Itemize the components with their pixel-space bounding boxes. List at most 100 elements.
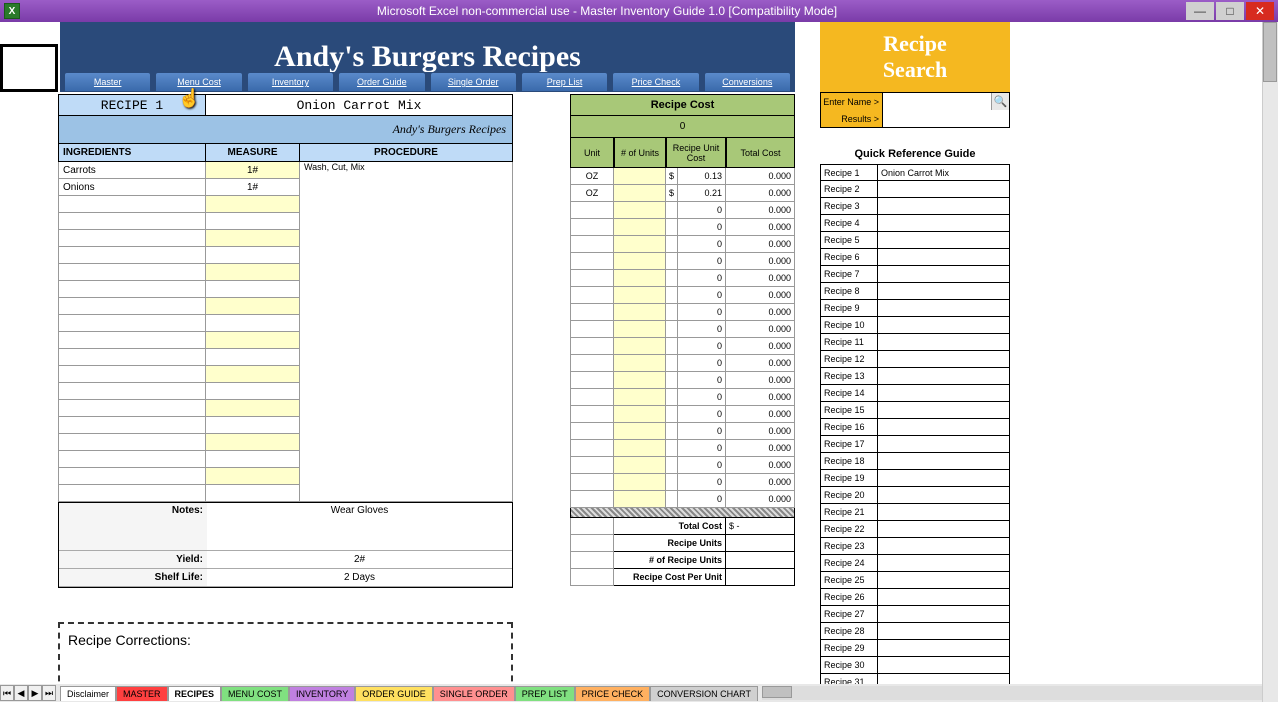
quickref-value[interactable] <box>878 572 1010 589</box>
quickref-label[interactable]: Recipe 12 <box>820 351 878 368</box>
cost-cell-u[interactable] <box>570 389 614 406</box>
quickref-value[interactable] <box>878 232 1010 249</box>
quickref-value[interactable] <box>878 402 1010 419</box>
ingredient-cell[interactable] <box>58 281 206 298</box>
cost-cell-d[interactable] <box>666 491 678 508</box>
cost-cell-n[interactable] <box>614 457 666 474</box>
search-icon[interactable]: 🔍 <box>991 93 1009 110</box>
hscroll-thumb[interactable] <box>762 686 792 698</box>
cost-cell-r[interactable]: 0 <box>678 287 726 304</box>
quickref-value[interactable] <box>878 351 1010 368</box>
cost-cell-t[interactable]: 0.000 <box>726 236 795 253</box>
cost-cell-t[interactable]: 0.000 <box>726 287 795 304</box>
cost-cell-n[interactable] <box>614 185 666 202</box>
cost-cell-d[interactable] <box>666 253 678 270</box>
cost-cell-t[interactable]: 0.000 <box>726 202 795 219</box>
cost-cell-r[interactable]: 0.21 <box>678 185 726 202</box>
cost-cell-d[interactable] <box>666 321 678 338</box>
cost-cell-u[interactable] <box>570 406 614 423</box>
ingredient-cell[interactable] <box>58 315 206 332</box>
quickref-value[interactable] <box>878 640 1010 657</box>
quickref-label[interactable]: Recipe 8 <box>820 283 878 300</box>
quickref-value[interactable] <box>878 453 1010 470</box>
ingredient-cell[interactable] <box>58 264 206 281</box>
measure-cell[interactable] <box>206 196 300 213</box>
nav-tab-conversions[interactable]: Conversions <box>704 72 791 92</box>
cost-cell-u[interactable]: OZ <box>570 168 614 185</box>
quickref-label[interactable]: Recipe 16 <box>820 419 878 436</box>
cost-cell-d[interactable] <box>666 457 678 474</box>
measure-cell[interactable] <box>206 349 300 366</box>
cost-cell-d[interactable] <box>666 202 678 219</box>
sheet-tab-price-check[interactable]: PRICE CHECK <box>575 686 651 701</box>
quickref-label[interactable]: Recipe 5 <box>820 232 878 249</box>
cost-cell-n[interactable] <box>614 406 666 423</box>
excel-icon[interactable]: X <box>4 3 20 19</box>
sheet-tab-order-guide[interactable]: ORDER GUIDE <box>355 686 433 701</box>
scroll-thumb[interactable] <box>1263 22 1277 82</box>
cost-cell-d[interactable] <box>666 440 678 457</box>
cost-cell-n[interactable] <box>614 372 666 389</box>
yield-value[interactable]: 2# <box>207 551 512 568</box>
cost-cell-n[interactable] <box>614 270 666 287</box>
sheet-tab-inventory[interactable]: INVENTORY <box>289 686 355 701</box>
quickref-label[interactable]: Recipe 28 <box>820 623 878 640</box>
cost-cell-r[interactable]: 0 <box>678 253 726 270</box>
measure-cell[interactable] <box>206 400 300 417</box>
sheet-nav-button[interactable]: ⏮ <box>0 685 14 701</box>
quickref-label[interactable]: Recipe 23 <box>820 538 878 555</box>
cost-cell-t[interactable]: 0.000 <box>726 168 795 185</box>
cost-cell-u[interactable] <box>570 253 614 270</box>
sheet-tab-disclaimer[interactable]: Disclaimer <box>60 686 116 701</box>
recipe-id[interactable]: RECIPE 1 <box>58 94 206 116</box>
cost-cell-r[interactable]: 0 <box>678 236 726 253</box>
cost-cell-u[interactable] <box>570 372 614 389</box>
cost-cell-n[interactable] <box>614 389 666 406</box>
cost-cell-u[interactable] <box>570 287 614 304</box>
cost-cell-n[interactable] <box>614 338 666 355</box>
cost-cell-u[interactable] <box>570 236 614 253</box>
quickref-value[interactable] <box>878 470 1010 487</box>
quickref-value[interactable] <box>878 198 1010 215</box>
quickref-value[interactable] <box>878 181 1010 198</box>
cost-cell-t[interactable]: 0.000 <box>726 474 795 491</box>
cost-cell-t[interactable]: 0.000 <box>726 457 795 474</box>
measure-cell[interactable]: 1# <box>206 162 300 179</box>
cost-cell-t[interactable]: 0.000 <box>726 355 795 372</box>
cost-cell-d[interactable] <box>666 304 678 321</box>
cost-cell-u[interactable] <box>570 338 614 355</box>
quickref-value[interactable] <box>878 623 1010 640</box>
cost-sum-value[interactable] <box>726 569 795 586</box>
shelf-value[interactable]: 2 Days <box>207 569 512 586</box>
measure-cell[interactable] <box>206 468 300 485</box>
close-button[interactable]: ✕ <box>1246 2 1274 20</box>
quickref-label[interactable]: Recipe 13 <box>820 368 878 385</box>
sheet-tab-prep-list[interactable]: PREP LIST <box>515 686 575 701</box>
ingredient-cell[interactable]: Onions <box>58 179 206 196</box>
ingredient-cell[interactable]: Carrots <box>58 162 206 179</box>
notes-value[interactable]: Wear Gloves <box>207 503 512 550</box>
quickref-label[interactable]: Recipe 2 <box>820 181 878 198</box>
cost-cell-t[interactable]: 0.000 <box>726 270 795 287</box>
measure-cell[interactable] <box>206 417 300 434</box>
cost-cell-r[interactable]: 0.13 <box>678 168 726 185</box>
cost-cell-r[interactable]: 0 <box>678 321 726 338</box>
quickref-value[interactable] <box>878 538 1010 555</box>
measure-cell[interactable] <box>206 485 300 502</box>
maximize-button[interactable]: □ <box>1216 2 1244 20</box>
cost-cell-u[interactable] <box>570 304 614 321</box>
ingredient-cell[interactable] <box>58 196 206 213</box>
quickref-label[interactable]: Recipe 27 <box>820 606 878 623</box>
nav-tab-single-order[interactable]: Single Order <box>430 72 517 92</box>
cost-cell-n[interactable] <box>614 474 666 491</box>
cost-cell-r[interactable]: 0 <box>678 389 726 406</box>
recipe-name[interactable]: Onion Carrot Mix <box>206 94 513 116</box>
cost-cell-t[interactable]: 0.000 <box>726 338 795 355</box>
ingredient-cell[interactable] <box>58 383 206 400</box>
quickref-value[interactable] <box>878 266 1010 283</box>
ingredient-cell[interactable] <box>58 468 206 485</box>
cost-cell-t[interactable]: 0.000 <box>726 304 795 321</box>
quickref-value[interactable] <box>878 334 1010 351</box>
cost-cell-t[interactable]: 0.000 <box>726 491 795 508</box>
cost-sum-value[interactable] <box>726 552 795 569</box>
